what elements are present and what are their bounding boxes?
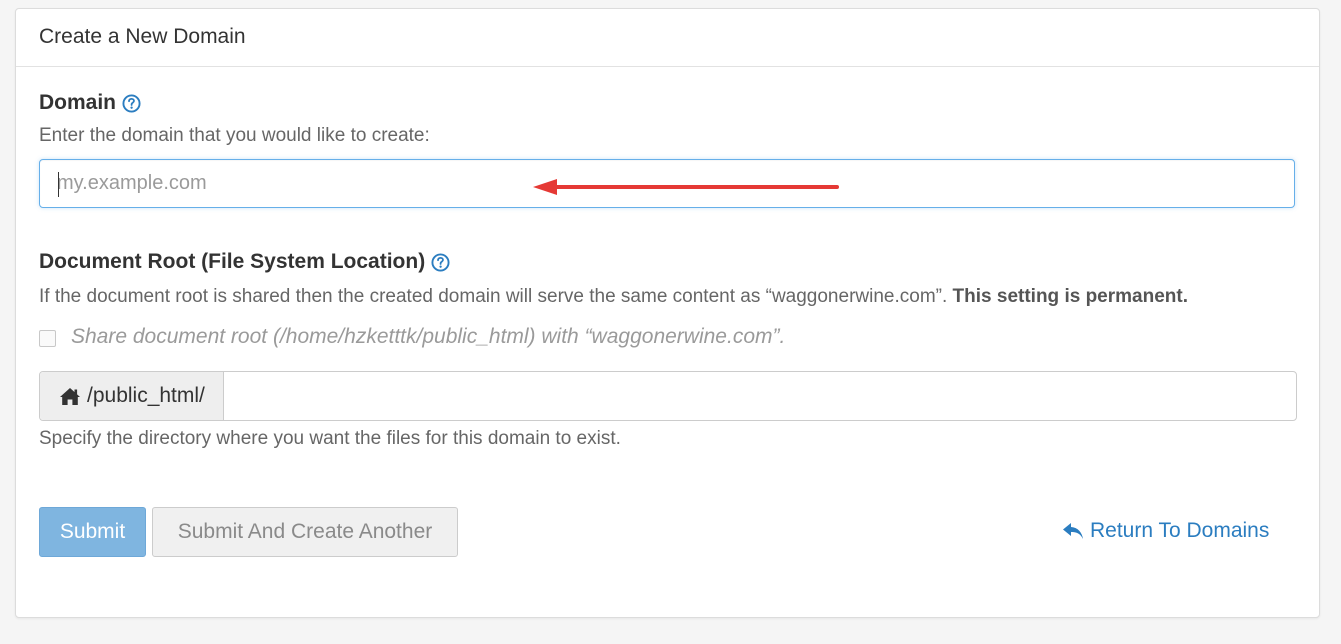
create-domain-panel: Create a New Domain Domain Enter the dom…	[15, 8, 1320, 618]
document-root-label-row: Document Root (File System Location)	[39, 250, 450, 274]
return-to-domains-label: Return To Domains	[1090, 519, 1270, 542]
document-root-input[interactable]	[223, 372, 1296, 420]
panel-heading: Create a New Domain	[16, 9, 1319, 67]
prefix-text: /public_html/	[87, 384, 205, 407]
submit-and-create-another-button[interactable]: Submit And Create Another	[152, 507, 458, 557]
submit-button[interactable]: Submit	[39, 507, 146, 557]
text-caret	[58, 172, 59, 197]
domain-label: Domain	[39, 91, 117, 114]
domain-label-row: Domain	[39, 91, 141, 115]
return-to-domains-link[interactable]: Return To Domains	[1062, 519, 1269, 543]
reply-arrow-icon	[1063, 523, 1083, 539]
panel-title: Create a New Domain	[39, 25, 246, 48]
document-root-label: Document Root (File System Location)	[39, 250, 426, 273]
document-root-description: If the document root is shared then the …	[39, 286, 1188, 308]
share-root-label: Share document root (/home/hzketttk/publ…	[71, 325, 786, 348]
document-root-prefix: /public_html/	[40, 372, 224, 420]
domain-instructions: Enter the domain that you would like to …	[39, 125, 430, 146]
question-circle-icon[interactable]	[122, 93, 141, 113]
permanent-warning: This setting is permanent.	[952, 286, 1188, 307]
description-text: If the document root is shared then the …	[39, 286, 948, 307]
home-icon	[60, 387, 80, 405]
document-root-hint: Specify the directory where you want the…	[39, 428, 621, 449]
share-root-row: Share document root (/home/hzketttk/publ…	[39, 325, 785, 349]
question-circle-icon[interactable]	[431, 252, 450, 272]
share-root-checkbox[interactable]	[39, 330, 56, 347]
document-root-input-group: /public_html/	[39, 371, 1297, 421]
red-arrow-annotation	[533, 179, 839, 195]
